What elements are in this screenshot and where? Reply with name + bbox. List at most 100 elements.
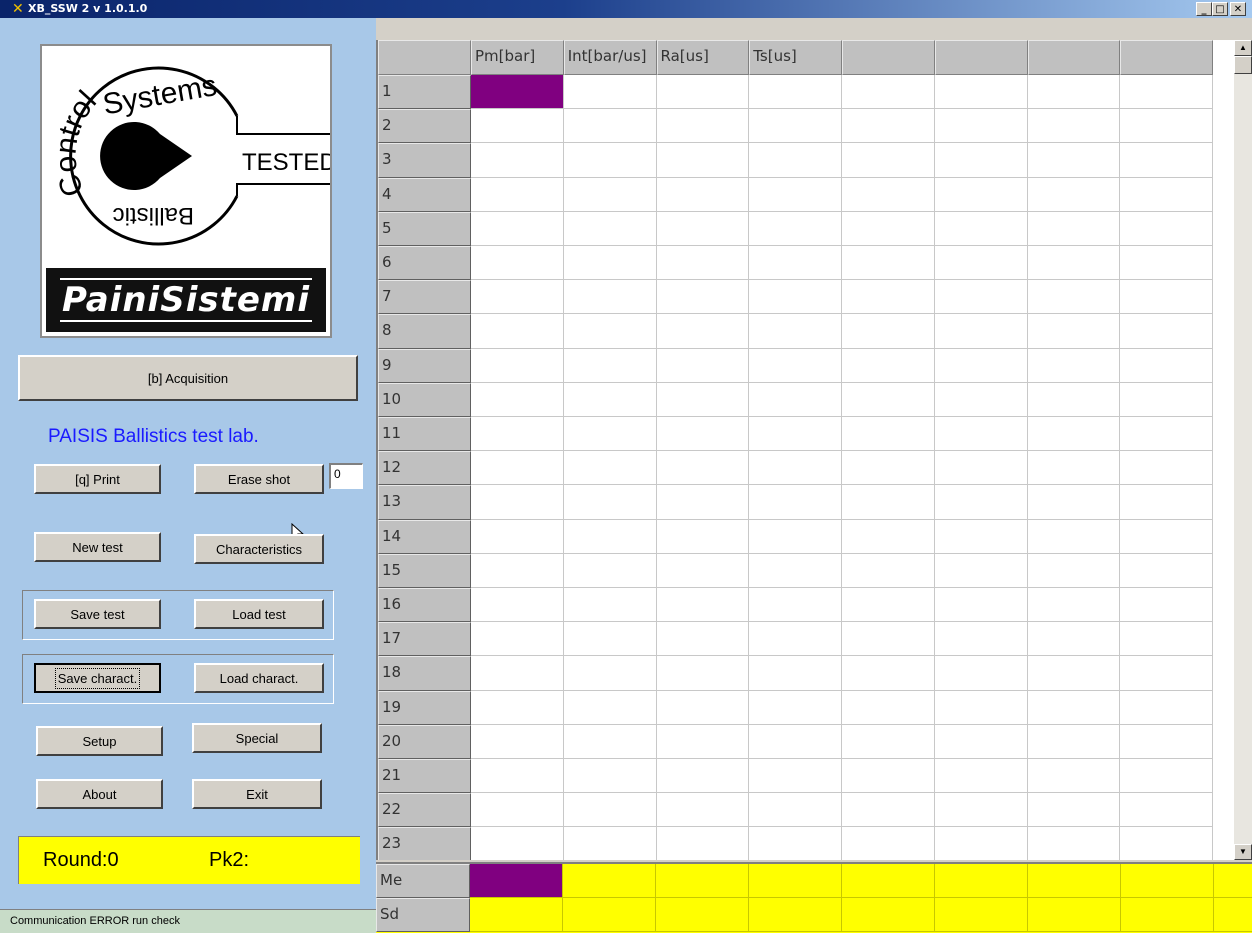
grid-cell[interactable]	[656, 724, 750, 759]
grid-cell[interactable]	[842, 314, 935, 349]
row-header[interactable]: 14	[378, 519, 471, 554]
grid-cell[interactable]	[749, 348, 842, 383]
grid-cell[interactable]	[842, 211, 935, 246]
grid-cell[interactable]	[842, 553, 935, 588]
grid-cell[interactable]	[1027, 622, 1121, 657]
grid-cell[interactable]	[842, 246, 935, 281]
grid-cell[interactable]	[1120, 553, 1213, 588]
grid-cell[interactable]	[471, 348, 564, 383]
grid-cell[interactable]	[842, 827, 935, 860]
grid-cell[interactable]	[1027, 588, 1121, 623]
grid-cell[interactable]	[656, 314, 750, 349]
grid-cell[interactable]	[749, 382, 842, 417]
grid-cell[interactable]	[471, 280, 564, 315]
grid-cell[interactable]	[563, 348, 657, 383]
grid-cell[interactable]	[934, 75, 1028, 110]
grid-cell[interactable]	[656, 485, 750, 520]
grid-cell[interactable]	[471, 382, 564, 417]
grid-cell[interactable]	[1027, 280, 1121, 315]
row-header[interactable]: 22	[378, 793, 471, 828]
grid-cell[interactable]	[934, 622, 1028, 657]
grid-cell[interactable]	[1027, 690, 1121, 725]
row-header[interactable]: 6	[378, 246, 471, 281]
setup-button[interactable]: Setup	[36, 726, 163, 756]
grid-cell[interactable]	[842, 656, 935, 691]
grid-cell[interactable]	[934, 211, 1028, 246]
grid-cell[interactable]	[934, 656, 1028, 691]
grid-cell[interactable]	[656, 109, 750, 144]
grid-cell[interactable]	[749, 177, 842, 212]
grid-cell[interactable]	[749, 314, 842, 349]
grid-cell[interactable]	[1027, 724, 1121, 759]
grid-cell[interactable]	[1120, 177, 1213, 212]
scroll-down-arrow-icon[interactable]: ▼	[1234, 844, 1252, 860]
row-header[interactable]: 10	[378, 382, 471, 417]
grid-cell[interactable]	[934, 553, 1028, 588]
print-button[interactable]: [q] Print	[34, 464, 161, 494]
grid-cell[interactable]	[1120, 588, 1213, 623]
grid-cell[interactable]	[563, 75, 657, 110]
grid-cell[interactable]	[842, 280, 935, 315]
grid-cell[interactable]	[749, 690, 842, 725]
grid-cell[interactable]	[842, 622, 935, 657]
grid-cell[interactable]	[656, 75, 750, 110]
grid-cell[interactable]	[471, 485, 564, 520]
grid-cell[interactable]	[563, 553, 657, 588]
grid-cell[interactable]	[842, 417, 935, 452]
grid-cell[interactable]	[934, 690, 1028, 725]
grid-cell[interactable]	[1027, 75, 1121, 110]
grid-cell[interactable]	[563, 417, 657, 452]
grid-cell[interactable]	[563, 759, 657, 794]
grid-cell[interactable]	[842, 109, 935, 144]
grid-cell[interactable]	[656, 553, 750, 588]
grid-cell[interactable]	[656, 417, 750, 452]
grid-cell[interactable]	[656, 622, 750, 657]
row-header[interactable]: 4	[378, 177, 471, 212]
about-button[interactable]: About	[36, 779, 163, 809]
minimize-button[interactable]: _	[1196, 2, 1212, 16]
grid-cell[interactable]	[749, 724, 842, 759]
grid-cell[interactable]	[471, 759, 564, 794]
grid-cell[interactable]	[1027, 451, 1121, 486]
grid-cell[interactable]	[749, 211, 842, 246]
grid-cell[interactable]	[563, 246, 657, 281]
row-header[interactable]: 3	[378, 143, 471, 178]
grid-cell[interactable]	[563, 143, 657, 178]
grid-cell[interactable]	[749, 553, 842, 588]
grid-cell[interactable]	[1120, 75, 1213, 110]
grid-cell[interactable]	[842, 177, 935, 212]
row-header[interactable]: 13	[378, 485, 471, 520]
grid-cell[interactable]	[1120, 348, 1213, 383]
row-header[interactable]: 2	[378, 109, 471, 144]
grid-cell[interactable]	[842, 519, 935, 554]
scroll-up-arrow-icon[interactable]: ▲	[1234, 40, 1252, 56]
row-header[interactable]: 23	[378, 827, 471, 860]
grid-cell[interactable]	[563, 690, 657, 725]
grid-cell[interactable]	[656, 690, 750, 725]
grid-cell[interactable]	[656, 177, 750, 212]
grid-cell[interactable]	[749, 793, 842, 828]
grid-cell[interactable]	[749, 485, 842, 520]
grid-cell[interactable]	[1120, 143, 1213, 178]
row-header[interactable]: 20	[378, 724, 471, 759]
row-header[interactable]: 16	[378, 588, 471, 623]
grid-cell[interactable]	[471, 417, 564, 452]
grid-cell[interactable]	[471, 246, 564, 281]
row-header[interactable]: 1	[378, 75, 471, 110]
row-header[interactable]: 5	[378, 211, 471, 246]
grid-cell[interactable]	[471, 656, 564, 691]
grid-cell[interactable]	[934, 177, 1028, 212]
row-header[interactable]: 11	[378, 417, 471, 452]
grid-cell[interactable]	[1027, 417, 1121, 452]
grid-cell[interactable]	[471, 553, 564, 588]
column-header[interactable]: Pm[bar]	[471, 40, 564, 75]
grid-cell[interactable]	[563, 382, 657, 417]
row-header[interactable]: 7	[378, 280, 471, 315]
grid-cell[interactable]	[842, 75, 935, 110]
grid-cell[interactable]	[657, 827, 750, 860]
grid-cell[interactable]	[563, 314, 657, 349]
grid-cell[interactable]	[749, 75, 842, 110]
column-header[interactable]	[1120, 40, 1213, 75]
grid-cell[interactable]	[842, 724, 935, 759]
grid-cell[interactable]	[749, 759, 842, 794]
